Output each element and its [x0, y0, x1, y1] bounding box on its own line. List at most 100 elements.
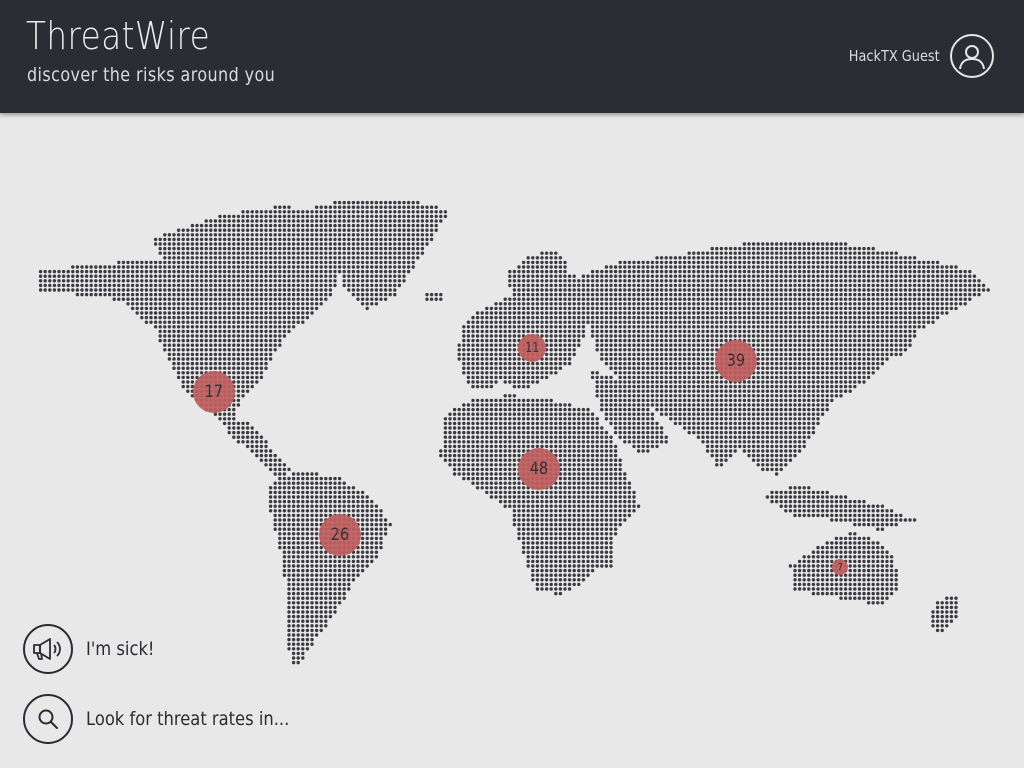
- map-dot: [747, 389, 751, 393]
- map-dot: [820, 329, 825, 334]
- map-dot: [209, 233, 213, 237]
- map-dot: [117, 265, 121, 269]
- map-dot: [784, 334, 788, 338]
- map-dot: [268, 233, 273, 237]
- map-dot: [489, 380, 494, 384]
- map-dot: [788, 292, 793, 297]
- map-dot: [728, 389, 733, 393]
- map-dot: [508, 366, 512, 370]
- map-dot: [820, 246, 825, 251]
- map-dot: [586, 407, 590, 412]
- map-dot: [738, 334, 742, 338]
- map-dot: [163, 237, 167, 242]
- map-dot: [765, 265, 770, 269]
- user-icon[interactable]: [950, 34, 994, 78]
- map-dot: [600, 288, 604, 292]
- map-dot: [696, 251, 701, 255]
- map-dot: [705, 292, 710, 297]
- map-dot: [816, 371, 820, 375]
- map-dot: [508, 403, 512, 407]
- map-dot: [140, 274, 144, 278]
- map-dot: [692, 315, 696, 320]
- map-dot: [848, 311, 852, 315]
- map-dot: [310, 237, 314, 242]
- map-dot: [259, 352, 264, 357]
- map-dot: [595, 394, 599, 398]
- map-dot: [756, 403, 760, 407]
- map-dot: [158, 251, 162, 255]
- map-dot: [586, 315, 590, 320]
- user-menu[interactable]: HackTX Guest: [834, 32, 994, 80]
- map-dot: [549, 256, 553, 260]
- map-dot: [397, 269, 402, 274]
- map-dot: [678, 279, 682, 283]
- map-dot: [595, 279, 599, 283]
- map-dot: [572, 352, 576, 357]
- map-dot: [586, 279, 590, 283]
- map-dot: [337, 205, 342, 209]
- map-dot: [333, 274, 337, 278]
- map-dot: [287, 320, 291, 324]
- map-dot: [880, 302, 885, 306]
- map-dot: [462, 366, 466, 370]
- map-dot: [857, 269, 862, 274]
- map-dot: [779, 260, 783, 265]
- map-dot: [508, 320, 512, 324]
- map-dot: [172, 279, 176, 283]
- map-dot: [811, 361, 816, 366]
- map-dot: [857, 311, 862, 315]
- map-dot: [255, 233, 259, 237]
- map-dot: [779, 398, 783, 403]
- user-name[interactable]: HackTX Guest: [849, 47, 940, 65]
- map-dot: [498, 338, 503, 343]
- map-dot: [747, 283, 751, 288]
- map-dot: [245, 228, 250, 232]
- map-dot: [204, 283, 208, 288]
- map-dot: [475, 334, 480, 338]
- map-dot: [305, 228, 310, 232]
- map-dot: [222, 228, 227, 232]
- map-dot: [931, 283, 935, 288]
- map-dot: [719, 265, 724, 269]
- map-dot: [655, 380, 659, 384]
- map-dot: [531, 315, 535, 320]
- map-dot: [38, 269, 43, 274]
- map-dot: [733, 279, 737, 283]
- map-dot: [687, 306, 691, 311]
- map-dot: [305, 251, 310, 255]
- map-dot: [163, 325, 167, 329]
- map-dot: [655, 279, 659, 283]
- map-dot: [411, 214, 415, 219]
- map-dot: [839, 325, 843, 329]
- map-dot: [264, 228, 268, 232]
- map-dot: [724, 302, 728, 306]
- map-dot: [655, 366, 659, 370]
- map-dot: [462, 407, 466, 412]
- map-dot: [802, 292, 806, 297]
- map-dot: [176, 338, 181, 343]
- map-dot: [199, 228, 204, 232]
- map-dot: [834, 315, 839, 320]
- map-dot: [374, 237, 379, 242]
- map-dot: [549, 343, 553, 347]
- map-dot: [434, 297, 438, 301]
- map-dot: [871, 265, 875, 269]
- map-dot: [816, 389, 820, 393]
- map-dot: [839, 357, 843, 361]
- map-dot: [595, 297, 599, 301]
- map-dot: [374, 205, 379, 209]
- map-dot: [489, 366, 494, 370]
- map-dot: [908, 265, 912, 269]
- map-dot: [365, 269, 369, 274]
- map-dot: [738, 279, 742, 283]
- map-dot: [153, 283, 158, 288]
- map-dot: [163, 306, 167, 311]
- map-dot: [761, 375, 765, 380]
- map-dot: [176, 366, 181, 370]
- map-dot: [52, 288, 57, 292]
- map-dot: [512, 352, 517, 357]
- map-dot: [834, 352, 839, 357]
- map-dot: [365, 288, 369, 292]
- map-dot: [830, 348, 834, 352]
- map-dot: [379, 297, 383, 301]
